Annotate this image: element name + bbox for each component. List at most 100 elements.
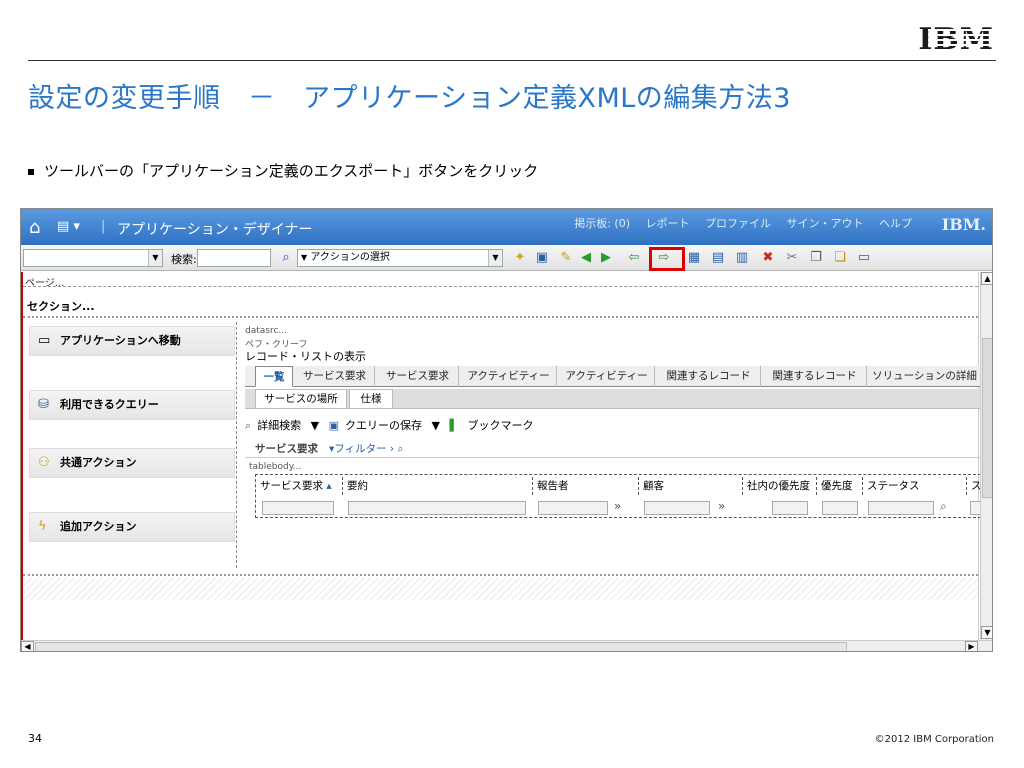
tab-specifications[interactable]: 仕様: [349, 389, 393, 409]
nav-label: 共通アクション: [60, 456, 137, 469]
nav-available-queries[interactable]: ⛁ 利用できるクエリー: [29, 390, 235, 420]
copyright: ©2012 IBM Corporation: [874, 734, 994, 745]
search-input[interactable]: [197, 249, 271, 267]
table-toolbar: サービス要求 ▾フィルター › ⌕: [245, 438, 981, 458]
app-screenshot: ⌂ ▤ ▾ | アプリケーション・デザイナー 掲示板: (0) レポート プロフ…: [20, 208, 993, 652]
filter-cell-status[interactable]: [868, 501, 934, 515]
home-icon[interactable]: ⌂: [29, 217, 40, 238]
new-icon[interactable]: ✦: [511, 249, 529, 267]
scroll-right-icon[interactable]: ▶: [965, 641, 978, 651]
column-header-status[interactable]: ステータス: [862, 477, 966, 495]
link-reports[interactable]: レポート: [646, 217, 690, 230]
column-header-reported-by[interactable]: 報告者: [532, 477, 638, 495]
link-signout[interactable]: サイン・アウト: [787, 217, 864, 230]
horizontal-scroll-thumb[interactable]: [35, 642, 847, 651]
tab-solution-details[interactable]: ソリューションの詳細: [869, 366, 981, 387]
top-links: 掲示板: (0) レポート プロファイル サイン・アウト ヘルプ: [562, 215, 912, 231]
scroll-left-icon[interactable]: ◀: [21, 641, 34, 651]
nav-label: アプリケーションへ移動: [60, 334, 181, 347]
filter-cell-service-request[interactable]: [262, 501, 334, 515]
form-icon[interactable]: ▤: [709, 249, 727, 267]
nav-go-to-application[interactable]: ▭ アプリケーションへ移動: [29, 326, 235, 356]
nav-label: 利用できるクエリー: [60, 398, 159, 411]
double-chevron-right-icon[interactable]: »: [614, 499, 621, 513]
left-nav-panel: ▭ アプリケーションへ移動 ⛁ 利用できるクエリー ⚇ 共通アクション ϟ 追加…: [27, 322, 237, 568]
import-icon[interactable]: ⇦: [625, 249, 643, 267]
search-icon[interactable]: ⌕: [397, 443, 403, 455]
scroll-up-icon[interactable]: ▲: [981, 272, 992, 285]
window-icon: ▭: [38, 333, 51, 348]
bullet-text: ツールバーの「アプリケーション定義のエクスポート」ボタンをクリック: [44, 162, 539, 180]
tab-service-request[interactable]: サービス要求: [295, 366, 375, 387]
grid-icon[interactable]: ▦: [685, 249, 703, 267]
action-select[interactable]: ▼ アクションの選択 ▼: [297, 249, 503, 267]
link-profile[interactable]: プロファイル: [705, 217, 771, 230]
search-icon[interactable]: ⌕: [277, 249, 295, 267]
window-icon[interactable]: ▭: [855, 249, 873, 267]
column-header-summary[interactable]: 要約: [342, 477, 532, 495]
filter-cell-summary[interactable]: [348, 501, 526, 515]
column-header-service-request[interactable]: サービス要求 ▴: [256, 477, 342, 495]
advanced-search-label: 詳細検索: [257, 419, 302, 432]
delete-icon[interactable]: ✖: [759, 249, 777, 267]
paste-icon[interactable]: ❏: [831, 249, 849, 267]
tab-related-records-2[interactable]: 関連するレコード: [763, 366, 867, 387]
save-icon: ▣: [328, 419, 340, 432]
column-label: サービス要求: [260, 480, 323, 492]
vertical-scrollbar[interactable]: ▲ ▼: [980, 272, 992, 640]
nav-common-actions[interactable]: ⚇ 共通アクション: [29, 448, 235, 478]
table-grid: サービス要求 ▴ 要約 報告者 顧客 社内の優先度 優先度 ステータス ス » …: [255, 474, 982, 518]
filter-cell-reported-by[interactable]: [538, 501, 608, 515]
column-header-priority[interactable]: 優先度: [816, 477, 862, 495]
magnifier-icon: ⌕: [245, 419, 252, 432]
tab-activity-2[interactable]: アクティビティー: [559, 366, 655, 387]
column-header-customer[interactable]: 顧客: [638, 477, 742, 495]
tab-service-address[interactable]: サービスの場所: [255, 389, 347, 409]
bullet-square-icon: [28, 168, 34, 175]
nav-more-actions[interactable]: ϟ 追加アクション: [29, 512, 235, 542]
filter-label: フィルター: [334, 443, 387, 455]
pages-menu[interactable]: ▤ ▾: [57, 219, 80, 234]
column-header-internal-priority[interactable]: 社内の優先度: [742, 477, 816, 495]
filter-cell-customer[interactable]: [644, 501, 710, 515]
chevron-down-icon[interactable]: ▼: [148, 250, 162, 266]
section-bottom-divider: [23, 574, 978, 576]
tab-list[interactable]: 一覧: [255, 366, 293, 387]
advanced-search-link[interactable]: ⌕ 詳細検索 ▼: [245, 419, 319, 432]
link-bulletin[interactable]: 掲示板: (0): [574, 217, 630, 230]
horizontal-scrollbar[interactable]: ◀ ▶: [21, 640, 992, 651]
save-query-link[interactable]: ▣ クエリーの保存 ▼: [329, 419, 440, 432]
bookmark-icon: ▌: [449, 419, 458, 432]
tab-related-records[interactable]: 関連するレコード: [657, 366, 761, 387]
bookmark-link[interactable]: ▌ ブックマーク: [450, 419, 540, 432]
page-number: 34: [28, 732, 42, 745]
double-chevron-right-icon[interactable]: »: [718, 499, 725, 513]
tab-service-request-2[interactable]: サービス要求: [377, 366, 459, 387]
scroll-down-icon[interactable]: ▼: [981, 626, 992, 639]
next-icon[interactable]: ▶: [597, 249, 615, 267]
action-dropdown-button[interactable]: ▼: [488, 250, 502, 266]
cut-icon[interactable]: ✂: [783, 249, 801, 267]
previous-icon[interactable]: ◀: [577, 249, 595, 267]
app-ibm-logo: IBM.: [941, 215, 986, 234]
filter-cell-priority[interactable]: [822, 501, 858, 515]
search-icon[interactable]: ⌕: [940, 499, 947, 514]
query-actions: ⌕ 詳細検索 ▼ ▣ クエリーの保存 ▼ ▌ ブックマーク: [245, 417, 545, 433]
filter-button[interactable]: ▾フィルター › ⌕: [329, 441, 403, 456]
scroll-thumb[interactable]: [982, 338, 992, 498]
app-title: アプリケーション・デザイナー: [117, 222, 313, 238]
properties-icon[interactable]: ▥: [733, 249, 751, 267]
main-panel: datasrc... ペフ・クリーフ レコード・リストの表示 一覧 サービス要求…: [245, 322, 982, 568]
page-divider: [23, 286, 978, 287]
export-button-highlight: [649, 247, 685, 271]
link-help[interactable]: ヘルプ: [879, 217, 912, 230]
tablebody-label: tablebody...: [249, 462, 302, 472]
filter-cell-internal-priority[interactable]: [772, 501, 808, 515]
edit-icon[interactable]: ✎: [557, 249, 575, 267]
tab-activity[interactable]: アクティビティー: [461, 366, 557, 387]
section-label: セクション...: [27, 300, 95, 313]
save-icon[interactable]: ▣: [533, 249, 551, 267]
record-input[interactable]: ▼: [23, 249, 163, 267]
copy-icon[interactable]: ❐: [807, 249, 825, 267]
app-header: ⌂ ▤ ▾ | アプリケーション・デザイナー 掲示板: (0) レポート プロフ…: [21, 209, 992, 245]
